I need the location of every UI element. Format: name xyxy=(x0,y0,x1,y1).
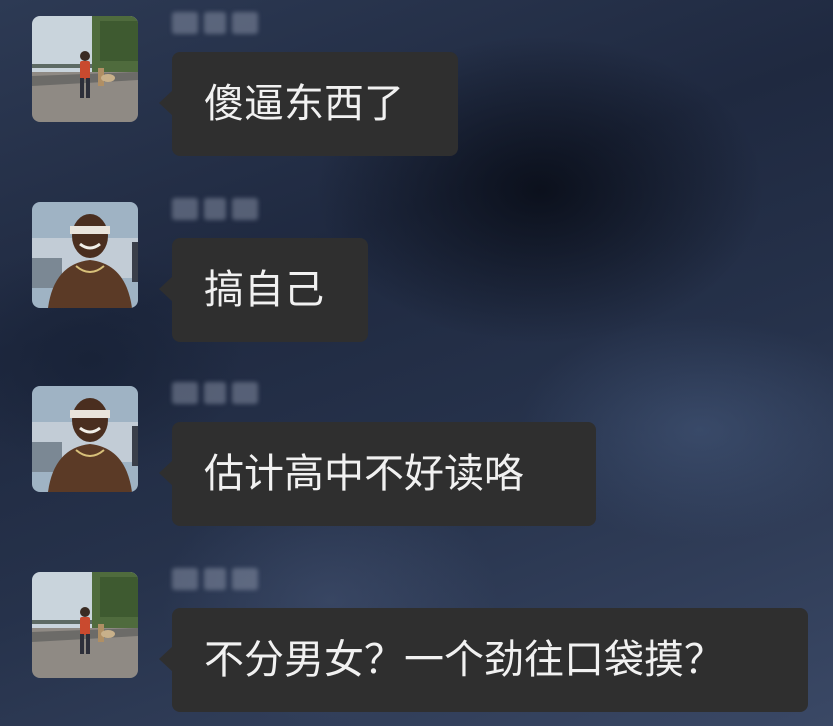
message-text: 估计高中不好读咯 xyxy=(204,451,524,497)
message-bubble[interactable]: 傻逼东西了 xyxy=(159,52,458,156)
sender-name xyxy=(172,380,258,406)
sender-name xyxy=(172,566,258,592)
avatar[interactable] xyxy=(32,16,138,122)
sender-name xyxy=(172,10,258,36)
smiling-man-avatar-image xyxy=(32,386,138,492)
avatar[interactable] xyxy=(32,572,138,678)
avatar[interactable] xyxy=(32,386,138,492)
walking-person-avatar-image xyxy=(32,572,138,678)
message-bubble[interactable]: 不分男女？一个劲往口袋摸？ xyxy=(159,608,808,712)
smiling-man-avatar-image xyxy=(32,202,138,308)
avatar[interactable] xyxy=(32,202,138,308)
message-text: 搞自己 xyxy=(204,267,324,313)
message-row: 估计高中不好读咯 xyxy=(0,370,833,540)
message-row: 不分男女？一个劲往口袋摸？ xyxy=(0,556,833,726)
walking-person-avatar-image xyxy=(32,16,138,122)
message-bubble[interactable]: 估计高中不好读咯 xyxy=(159,422,596,526)
message-text: 傻逼东西了 xyxy=(204,81,404,127)
message-row: 搞自己 xyxy=(0,186,833,356)
message-row: 傻逼东西了 xyxy=(0,0,833,170)
message-text: 不分男女？一个劲往口袋摸？ xyxy=(204,637,724,683)
chat-message-list: 傻逼东西了 搞自己 估计高中不好读咯 不分男女？一个劲往口袋摸？ xyxy=(0,0,833,726)
sender-name xyxy=(172,196,258,222)
message-bubble[interactable]: 搞自己 xyxy=(159,238,368,342)
